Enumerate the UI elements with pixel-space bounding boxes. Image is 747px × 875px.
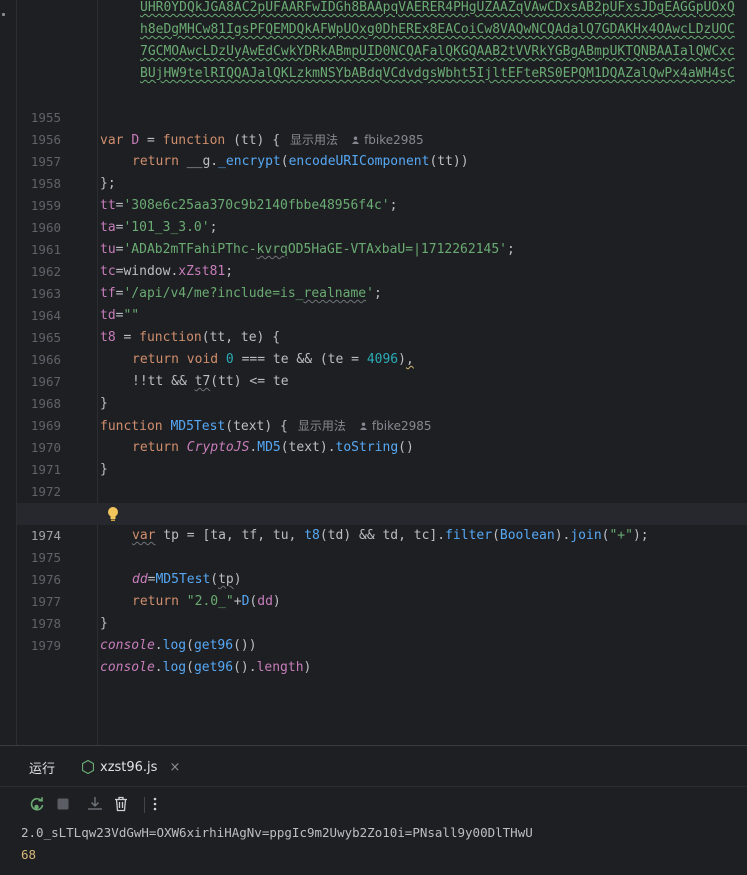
- strip-dot: [2, 13, 5, 16]
- code-line[interactable]: 1968 function MD5Test(text) {显示用法 fbike29…: [17, 371, 747, 434]
- code-line[interactable]: 1956 return __g._encrypt(encodeURICompon…: [17, 107, 747, 169]
- code-line[interactable]: 1960 tu='ADAb2mTFahiPThc-kvrqOD5HaGE-VTA…: [17, 195, 747, 257]
- scroll-to-end-icon[interactable]: [86, 795, 104, 813]
- run-panel-title[interactable]: 运行: [29, 758, 55, 777]
- left-tool-strip: [0, 0, 17, 745]
- more-icon[interactable]: [146, 795, 164, 813]
- code-line[interactable]: 1978 console.log(get96()): [17, 591, 747, 653]
- line-number: 1979: [30, 638, 61, 653]
- blob-line: 7GCMOAwcLDzUyAwEdCwkYDRkABmpUID0NCQAFalQ…: [17, 41, 747, 63]
- code-line[interactable]: 1966 !!tt && t7(tt) <= te: [17, 327, 747, 389]
- console-output-line[interactable]: 2.0_sLTLqw23VdGwH=OXW6xirhiHAgNv=ppgIc9m…: [21, 825, 533, 840]
- run-toolbar: [0, 787, 747, 821]
- rerun-icon[interactable]: [28, 795, 46, 813]
- code-line[interactable]: 1967 }: [17, 349, 747, 411]
- code-text: console.log(get96()): [100, 638, 257, 653]
- blob-line: BUjHW9telRIQQAJalQKLzkmNSYbABdqVCdvdgsWb…: [17, 63, 747, 85]
- blob-line: h8eDgMHCw81IgsPFQEMDQkAFWpUOxg0DhEREx8EA…: [17, 19, 747, 41]
- blob-text: h8eDgMHCw81IgsPFQEMDQkAFWpUOxg0DhEREx8EA…: [140, 22, 735, 37]
- blob-line: UHR0YDQkJGA8AC2pUFAARFwIDGh8BAApqVAERER4…: [17, 0, 747, 19]
- code-line[interactable]: 1955 var D = function (tt) {显示用法 fbike298…: [17, 85, 747, 148]
- blob-text: BUjHW9telRIQQAJalQKLzkmNSYbABdqVCdvdgsWb…: [140, 66, 735, 81]
- code-line[interactable]: 1970 }: [17, 415, 747, 477]
- code-line[interactable]: 1957 };: [17, 129, 747, 191]
- code-line[interactable]: 1972 function get96(ta,tf,tu,td,tc){显示用法…: [17, 459, 747, 522]
- clear-icon[interactable]: [112, 795, 130, 813]
- code-line-current[interactable]: 1974 dd=MD5Test(tp): [17, 503, 747, 587]
- code-line[interactable]: 1959 ta='101_3_3.0';: [17, 173, 747, 235]
- code-line[interactable]: 1975: [17, 525, 747, 565]
- toolbar-separator: [144, 797, 145, 813]
- code-line[interactable]: 1977 }: [17, 569, 747, 631]
- lightbulb-icon[interactable]: [106, 506, 120, 522]
- nodejs-icon: [82, 760, 94, 774]
- code-line[interactable]: 1973 var tp = [ta, tf, tu, t8(td) && td,…: [17, 481, 747, 543]
- blob-text: 7GCMOAwcLDzUyAwEdCwkYDRkABmpUID0NCQAFalQ…: [140, 44, 735, 59]
- code-line[interactable]: 1969 return CryptoJS.MD5(text).toString(…: [17, 393, 747, 455]
- code-text: console.log(get96().length): [100, 660, 312, 675]
- close-icon[interactable]: ×: [169, 760, 180, 775]
- run-tab-label[interactable]: xzst96.js: [100, 760, 157, 775]
- code-line[interactable]: 1963 td="": [17, 261, 747, 323]
- code-line[interactable]: 1958 tt='308e6c25aa370c9b2140fbbe48956f4…: [17, 151, 747, 213]
- console-output-line[interactable]: 68: [21, 847, 36, 862]
- run-config-tab[interactable]: xzst96.js ×: [82, 756, 180, 778]
- code-line[interactable]: 1976 return "2.0_"+D(dd): [17, 547, 747, 609]
- stop-icon[interactable]: [54, 795, 72, 813]
- code-line[interactable]: 1962 tf='/api/v4/me?include=is_realname'…: [17, 239, 747, 301]
- run-panel: 运行 xzst96.js × 2.0_sLTLqw23VdGwH=OXW6xir…: [0, 745, 747, 875]
- code-editor[interactable]: UHR0YDQkJGA8AC2pUFAARFwIDGh8BAApqVAERER4…: [17, 0, 747, 745]
- code-line[interactable]: 1965 return void 0 === te && (te = 4096)…: [17, 305, 747, 367]
- code-line[interactable]: 1961 tc=window.xZst81;: [17, 217, 747, 279]
- run-tab-bar: 运行 xzst96.js ×: [0, 746, 747, 787]
- blob-text: UHR0YDQkJGA8AC2pUFAARFwIDGh8BAApqVAERER4…: [140, 0, 735, 15]
- code-line[interactable]: 1979 console.log(get96().length): [17, 613, 747, 675]
- code-line[interactable]: 1971: [17, 437, 747, 477]
- code-line[interactable]: 1964 t8 = function(tt, te) {: [17, 283, 747, 345]
